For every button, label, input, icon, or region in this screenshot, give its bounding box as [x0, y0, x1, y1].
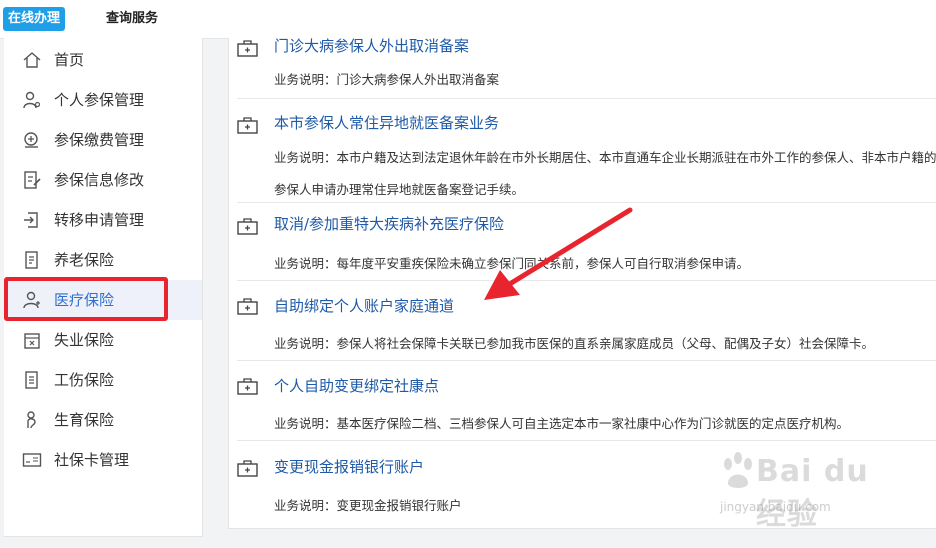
- sidebar-item-si-card[interactable]: 社保卡管理: [4, 440, 202, 480]
- sidebar-item-pension[interactable]: 养老保险: [4, 240, 202, 280]
- service-title[interactable]: 本市参保人常住异地就医备案业务: [274, 113, 499, 133]
- service-description: 业务说明：参保人将社会保障卡关联已参加我市医保的直系亲属家庭成员（父母、配偶及子…: [274, 336, 875, 351]
- unemployment-icon: [24, 333, 40, 349]
- medical-kit-icon: [237, 378, 258, 395]
- sidebar-item-payment[interactable]: 参保缴费管理: [4, 120, 202, 160]
- service-item[interactable]: 变更现金报销银行账户 业务说明：变更现金报销银行账户: [237, 440, 936, 528]
- sidebar-item-label: 失业保险: [54, 331, 115, 349]
- top-navigation-bar: 在线办理 查询服务: [0, 0, 936, 39]
- service-item[interactable]: 取消/参加重特大疾病补充医疗保险 业务说明：每年度平安重疾保险未确立参保门同关系…: [237, 202, 936, 281]
- sidebar-item-info-edit[interactable]: 参保信息修改: [4, 160, 202, 200]
- sidebar-item-label: 个人参保管理: [54, 91, 145, 109]
- si-card-icon: [22, 453, 42, 467]
- sidebar-item-transfer[interactable]: 转移申请管理: [4, 200, 202, 240]
- service-item[interactable]: 本市参保人常住异地就医备案业务 业务说明：本市户籍及达到法定退休年龄在市外长期居…: [237, 98, 936, 203]
- medical-kit-icon: [237, 40, 258, 57]
- service-description: 业务说明：基本医疗保险二档、三档参保人可自主选定本市一家社康中心作为门诊就医的定…: [274, 416, 850, 431]
- payment-icon: [24, 132, 38, 148]
- sidebar-item-label: 参保缴费管理: [54, 131, 145, 149]
- service-title[interactable]: 变更现金报销银行账户: [274, 457, 424, 477]
- maternity-icon: [27, 411, 36, 429]
- person-gear-icon: [23, 91, 41, 109]
- sidebar-item-label: 转移申请管理: [54, 211, 145, 229]
- home-icon: [23, 52, 41, 68]
- sidebar-item-label: 参保信息修改: [54, 171, 145, 189]
- service-item[interactable]: 自助绑定个人账户家庭通道 业务说明：参保人将社会保障卡关联已参加我市医保的直系亲…: [237, 280, 936, 361]
- medical-kit-icon: [237, 117, 258, 134]
- service-title[interactable]: 门诊大病参保人外出取消备案: [274, 38, 469, 56]
- tab-query-service[interactable]: 查询服务: [106, 7, 158, 31]
- service-title[interactable]: 个人自助变更绑定社康点: [274, 376, 439, 396]
- sidebar-item-label: 社保卡管理: [54, 451, 130, 469]
- service-description: 业务说明：本市户籍及达到法定退休年龄在市外长期居住、本市直通车企业长期派驻在市外…: [274, 150, 936, 197]
- sidebar-item-personal-insurance[interactable]: 个人参保管理: [4, 80, 202, 120]
- medical-kit-icon: [237, 218, 258, 235]
- service-title[interactable]: 自助绑定个人账户家庭通道: [274, 296, 454, 316]
- sidebar-item-label: 养老保险: [54, 251, 115, 269]
- service-description: 业务说明：每年度平安重疾保险未确立参保门同关系前，参保人可自行取消参保申请。: [274, 256, 750, 271]
- sidebar-item-label: 首页: [54, 51, 85, 69]
- sidebar-item-label: 工伤保险: [54, 371, 115, 389]
- service-item[interactable]: 个人自助变更绑定社康点 业务说明：基本医疗保险二档、三档参保人可自主选定本市一家…: [237, 360, 936, 441]
- tab-online-service[interactable]: 在线办理: [3, 7, 66, 31]
- service-description: 业务说明：门诊大病参保人外出取消备案: [274, 72, 500, 87]
- transfer-icon: [24, 212, 38, 228]
- sidebar-item-home[interactable]: 首页: [4, 40, 202, 80]
- sidebar-item-maternity[interactable]: 生育保险: [4, 400, 202, 440]
- pension-document-icon: [25, 251, 38, 269]
- sidebar-item-unemployment[interactable]: 失业保险: [4, 320, 202, 360]
- highlight-annotation-box: [4, 277, 168, 321]
- sidebar-item-label: 生育保险: [54, 411, 115, 429]
- edit-document-icon: [24, 171, 41, 189]
- service-item[interactable]: 门诊大病参保人外出取消备案 业务说明：门诊大病参保人外出取消备案: [237, 38, 936, 99]
- injury-document-icon: [25, 371, 38, 389]
- medical-kit-icon: [237, 460, 258, 477]
- service-list-panel: 门诊大病参保人外出取消备案 业务说明：门诊大病参保人外出取消备案 本市参保人常住…: [228, 38, 936, 529]
- service-description: 业务说明：变更现金报销银行账户: [274, 498, 462, 513]
- sidebar-item-work-injury[interactable]: 工伤保险: [4, 360, 202, 400]
- medical-kit-icon: [237, 298, 258, 315]
- service-title[interactable]: 取消/参加重特大疾病补充医疗保险: [274, 214, 504, 234]
